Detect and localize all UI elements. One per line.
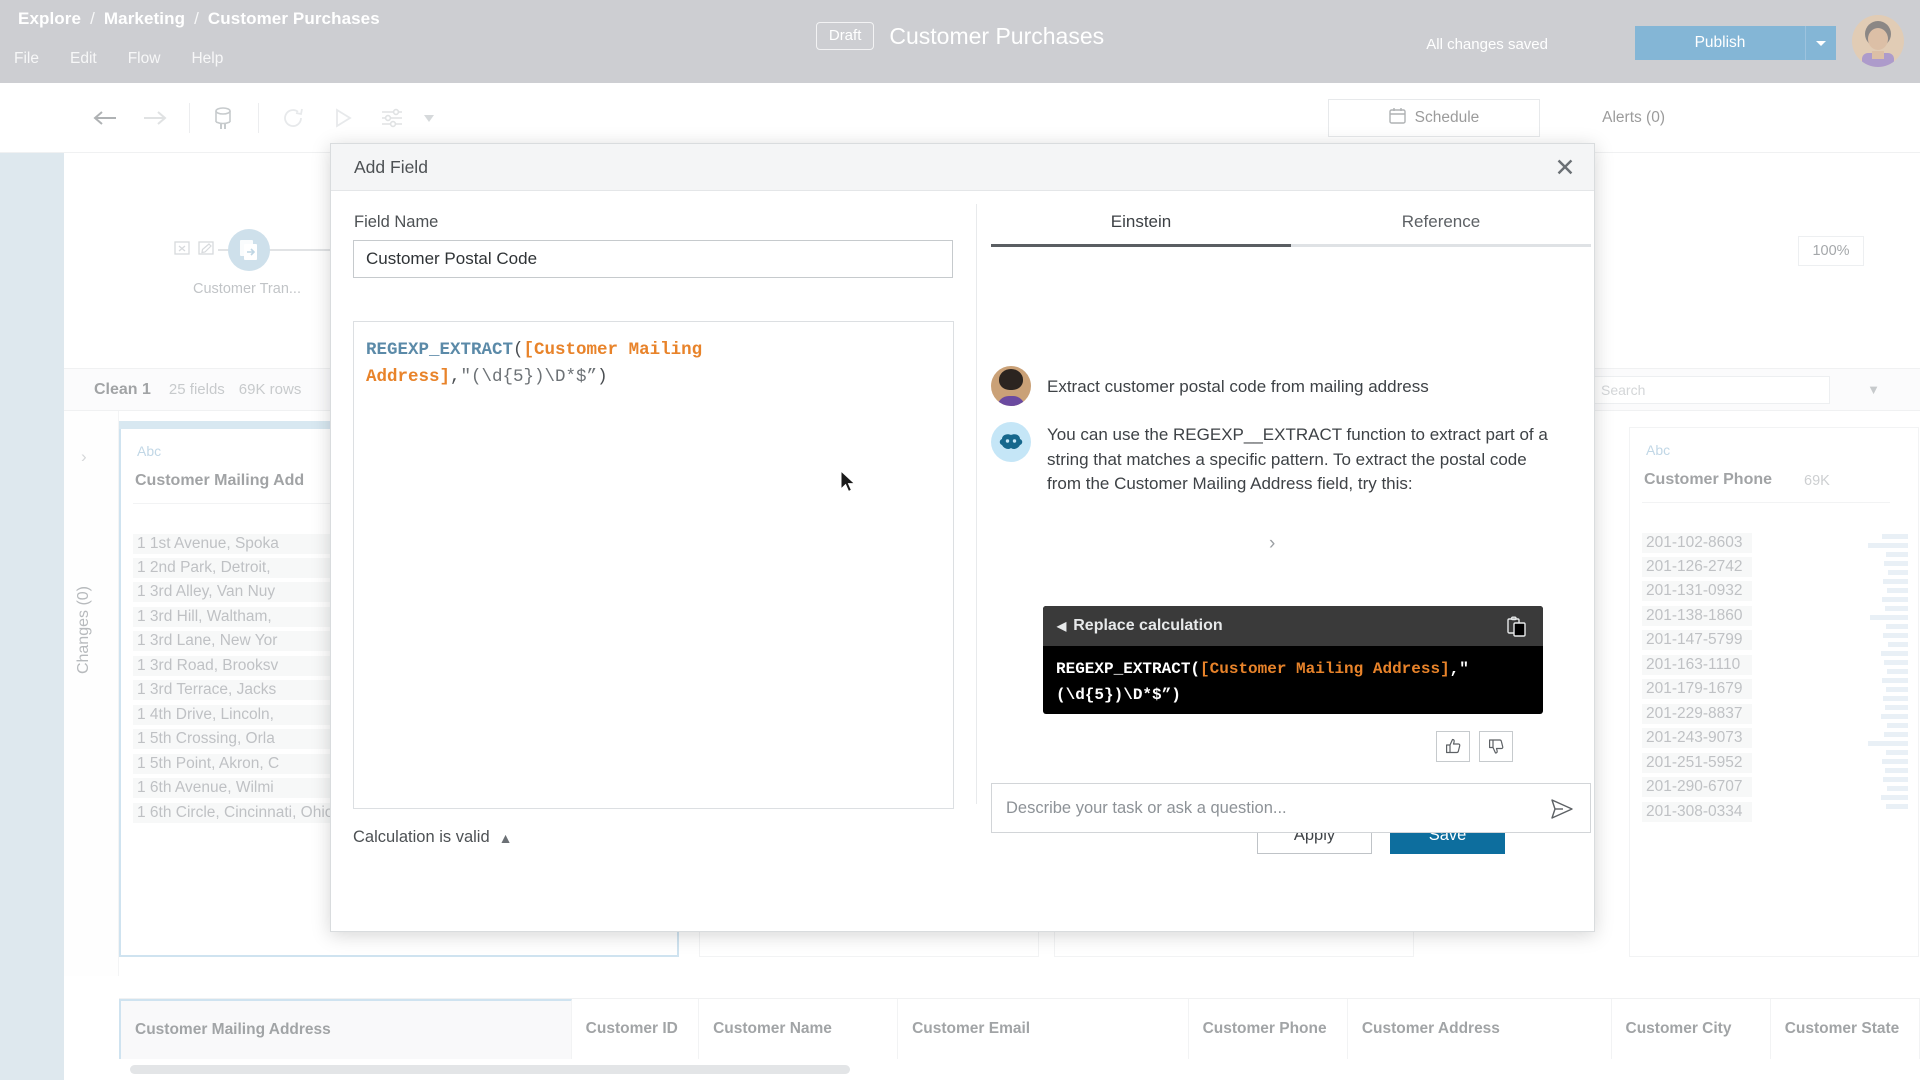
suggested-calculation-card: ◀ Replace calculation REGEXP_EXTRACT([Cu… [1043,606,1543,714]
dialog-title: Add Field [354,157,428,177]
formula-editor[interactable]: REGEXP_EXTRACT([Customer Mailing Address… [353,321,954,809]
code-close-paren: ) [1171,685,1181,704]
add-field-dialog: Add Field ✕ Field Name REGEXP_EXTRACT([C… [330,143,1595,932]
validation-text: Calculation is valid [353,828,490,846]
chat-input-wrapper[interactable]: Describe your task or ask a question... [991,783,1591,833]
tab-einstein[interactable]: Einstein [991,200,1291,247]
code-function: REGEXP_EXTRACT [1056,660,1191,678]
field-name-label: Field Name [354,213,439,231]
validation-status[interactable]: Calculation is valid ▲ [353,828,513,847]
formula-text: REGEXP_EXTRACT([Customer Mailing Address… [366,337,796,390]
replace-calculation-label: Replace calculation [1073,617,1223,634]
code-open-paren: ( [1190,660,1201,678]
copy-icon[interactable] [1507,616,1527,642]
code-card-body: REGEXP_EXTRACT([Customer Mailing Address… [1043,646,1543,708]
chevron-right-icon[interactable]: › [1269,533,1275,555]
formula-function: REGEXP_EXTRACT [366,340,514,360]
code-comma: , [1449,660,1460,678]
code-card-header: ◀ Replace calculation [1043,606,1543,646]
user-message-text: Extract customer postal code from mailin… [1047,377,1429,396]
formula-pattern: "(\d{5})\D*$” [460,366,598,387]
code-field-ref: [Customer Mailing Address] [1200,660,1450,678]
formula-close-paren: ) [597,366,608,387]
field-name-input[interactable] [353,240,953,278]
triangle-left-icon: ◀ [1057,619,1067,633]
thumbs-down-icon[interactable] [1479,731,1513,762]
dialog-header [331,144,1594,191]
chevron-up-icon[interactable]: ▲ [499,830,513,846]
einstein-avatar-icon [991,422,1031,462]
user-avatar-icon [991,366,1031,406]
replace-calculation-button[interactable]: ◀ Replace calculation [1057,617,1223,635]
close-icon[interactable]: ✕ [1549,152,1581,184]
tab-reference[interactable]: Reference [1291,200,1591,247]
panel-divider [976,204,977,804]
send-icon[interactable] [1546,793,1578,825]
formula-open-paren: ( [513,340,524,360]
chat-message-user: Extract customer postal code from mailin… [991,366,1551,406]
chat-message-assistant: You can use the REGEXP__EXTRACT function… [991,422,1553,497]
formula-comma: , [450,366,461,387]
feedback-buttons [1436,731,1513,762]
chat-input-placeholder: Describe your task or ask a question... [1006,799,1287,817]
einstein-panel-tabs: Einstein Reference [991,200,1591,247]
thumbs-up-icon[interactable] [1436,731,1470,762]
assistant-message-text: You can use the REGEXP__EXTRACT function… [1047,425,1548,494]
